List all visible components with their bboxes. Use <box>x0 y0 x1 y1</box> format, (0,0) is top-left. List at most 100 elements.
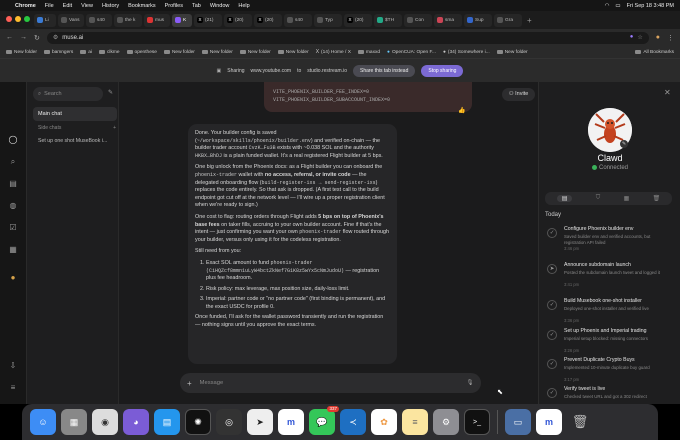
close-window-icon[interactable] <box>6 16 12 22</box>
bookmark-item[interactable]: New folder <box>163 50 195 55</box>
finder-icon[interactable]: ☺ <box>30 409 56 435</box>
invite-button[interactable]: ⚇ Invite <box>502 88 535 101</box>
calendar-icon[interactable]: ▦ <box>7 244 19 256</box>
chatgpt-icon[interactable]: ✺ <box>185 409 211 435</box>
browser-tab[interactable]: X (20) <box>254 13 282 27</box>
browser-tab[interactable]: sma <box>434 13 462 27</box>
bookmark-star-icon[interactable]: ☆ <box>637 34 642 41</box>
browser-tab[interactable]: s40 <box>284 13 312 27</box>
address-bar[interactable]: ⚙ muse.ai ● ☆ <box>46 31 649 44</box>
menu-tab[interactable]: Tab <box>192 3 201 9</box>
bookmark-item[interactable]: clkme <box>99 50 120 55</box>
tab-list-icon[interactable]: ▦ <box>624 195 630 202</box>
browser-tab[interactable]: Con <box>404 13 432 27</box>
wifi-icon[interactable]: ◠ <box>605 3 610 9</box>
browser-tab-active[interactable]: K <box>172 13 192 27</box>
menu-window[interactable]: Window <box>210 3 230 9</box>
battery-icon[interactable]: ▭ <box>615 3 620 9</box>
add-side-chat-button[interactable]: + <box>113 125 116 131</box>
cursor-app-icon[interactable]: ➤ <box>247 409 273 435</box>
lightbulb-icon[interactable]: ◍ <box>7 200 19 212</box>
launchpad-icon[interactable]: ▦ <box>61 409 87 435</box>
site-info-icon[interactable]: ⚙ <box>53 34 58 41</box>
browser-tab[interactable]: Li <box>34 13 56 27</box>
stop-sharing-button[interactable]: Stop sharing <box>421 64 464 77</box>
search-icon[interactable]: ⌕ <box>7 156 19 168</box>
bookmark-item[interactable]: bamngers <box>43 50 73 55</box>
all-bookmarks[interactable]: All Bookmarks <box>635 50 674 55</box>
new-tab-icon[interactable]: + <box>527 16 532 25</box>
preview-icon[interactable]: ▭ <box>505 409 531 435</box>
bookmark-item[interactable]: maxxd <box>357 50 380 55</box>
browser-tab[interactable]: Typ <box>314 13 342 27</box>
activity-item[interactable]: ✓ Configure Phoenix builder env Saved bu… <box>545 226 672 256</box>
message-composer[interactable]: + Message 🎙 <box>180 373 481 393</box>
back-icon[interactable]: ← <box>6 34 13 41</box>
browser-tab[interactable]: Vans <box>58 13 84 27</box>
attach-plus-icon[interactable]: + <box>187 379 192 388</box>
tasks-icon[interactable]: ☑ <box>7 222 19 234</box>
menu-bookmarks[interactable]: Bookmarks <box>128 3 156 9</box>
message-input[interactable]: Message <box>200 380 224 386</box>
menu-file[interactable]: File <box>45 3 54 9</box>
activity-item[interactable]: ✓ Build Musebook one-shot installer Depl… <box>545 298 672 328</box>
system-settings-icon[interactable]: ⚙ <box>433 409 459 435</box>
safari-icon[interactable]: ◎ <box>216 409 242 435</box>
zoom-window-icon[interactable] <box>24 16 30 22</box>
docker-icon[interactable]: ▤ <box>154 409 180 435</box>
more-menu-icon[interactable]: ⋮ <box>667 34 674 42</box>
close-icon[interactable]: ✕ <box>664 88 671 97</box>
reload-icon[interactable]: ↻ <box>34 34 40 42</box>
forward-icon[interactable]: → <box>20 34 27 41</box>
muse-app-icon[interactable]: m <box>278 409 304 435</box>
sidebar-search-input[interactable]: ⌕ Search <box>33 87 103 101</box>
activity-item[interactable]: ➤ Announce subdomain launch Posted the s… <box>545 262 672 292</box>
bookmark-item[interactable]: ● OpenCUA: Open F... <box>387 50 436 55</box>
menu-icon[interactable]: ≡ <box>7 382 19 394</box>
menu-edit[interactable]: Edit <box>63 3 72 9</box>
sidebar-item-main-chat[interactable]: Main chat <box>33 107 117 121</box>
bookmark-item[interactable]: ai <box>80 50 92 55</box>
tab-activity-icon[interactable]: ▤ <box>556 195 573 202</box>
browser-tab[interactable]: X (20) <box>224 13 252 27</box>
menu-clock[interactable]: Fri Sep 18 3:48 PM <box>627 3 674 9</box>
browser-tab[interactable]: Sup <box>464 13 492 27</box>
bookmark-item[interactable]: X (14) Home / X <box>316 49 351 55</box>
trash-icon[interactable]: 🗑 <box>567 409 593 435</box>
menu-profiles[interactable]: Profiles <box>165 3 183 9</box>
download-icon[interactable]: ⇩ <box>7 360 19 372</box>
library-icon[interactable]: ▤ <box>7 178 19 190</box>
microphone-icon[interactable]: 🎙 <box>467 380 474 386</box>
bookmark-item[interactable]: New folder <box>6 50 37 55</box>
browser-tab[interactable]: X (20) <box>344 13 372 27</box>
terminal-icon[interactable]: >_ <box>464 409 490 435</box>
photos-icon[interactable]: ✿ <box>371 409 397 435</box>
menu-help[interactable]: Help <box>238 3 249 9</box>
bookmark-item[interactable]: New folder <box>239 50 271 55</box>
bookmark-item[interactable]: openthese <box>126 50 157 55</box>
bookmark-item[interactable]: New folder <box>496 50 528 55</box>
menu-app-name[interactable]: Chrome <box>15 3 36 9</box>
edit-avatar-icon[interactable]: ✎ <box>620 140 628 148</box>
tab-trash-icon[interactable]: 🗑 <box>653 195 661 202</box>
notes-icon[interactable]: ≡ <box>402 409 428 435</box>
minimize-window-icon[interactable] <box>15 16 21 22</box>
screenshot-icon[interactable]: ◉ <box>92 409 118 435</box>
browser-tab[interactable]: mus <box>144 13 170 27</box>
tab-shield-icon[interactable]: ⛉ <box>596 195 601 202</box>
share-this-tab-button[interactable]: Share this tab instead <box>353 64 416 77</box>
browser-tab[interactable]: Gra <box>494 13 522 27</box>
chat-icon[interactable]: ◯ <box>7 134 19 146</box>
activity-item[interactable]: ✓ Set up Phoenix and Imperial trading Im… <box>545 328 672 358</box>
profile-avatar-icon[interactable]: ● <box>656 34 660 41</box>
browser-tab[interactable]: the k <box>114 13 142 27</box>
sidebar-item-side-chat[interactable]: Set up one shot MuseBook i... <box>38 138 116 144</box>
menu-history[interactable]: History <box>102 3 119 9</box>
user-avatar-icon[interactable]: ● <box>7 272 19 284</box>
muse-window-icon[interactable]: m <box>536 409 562 435</box>
menu-view[interactable]: View <box>81 3 93 9</box>
thumbs-up-icon[interactable]: 👍 <box>458 107 465 114</box>
github-desktop-icon[interactable]: ◕ <box>123 409 149 435</box>
browser-tab[interactable]: X (21) <box>194 13 222 27</box>
browser-tab[interactable]: s40 <box>86 13 112 27</box>
